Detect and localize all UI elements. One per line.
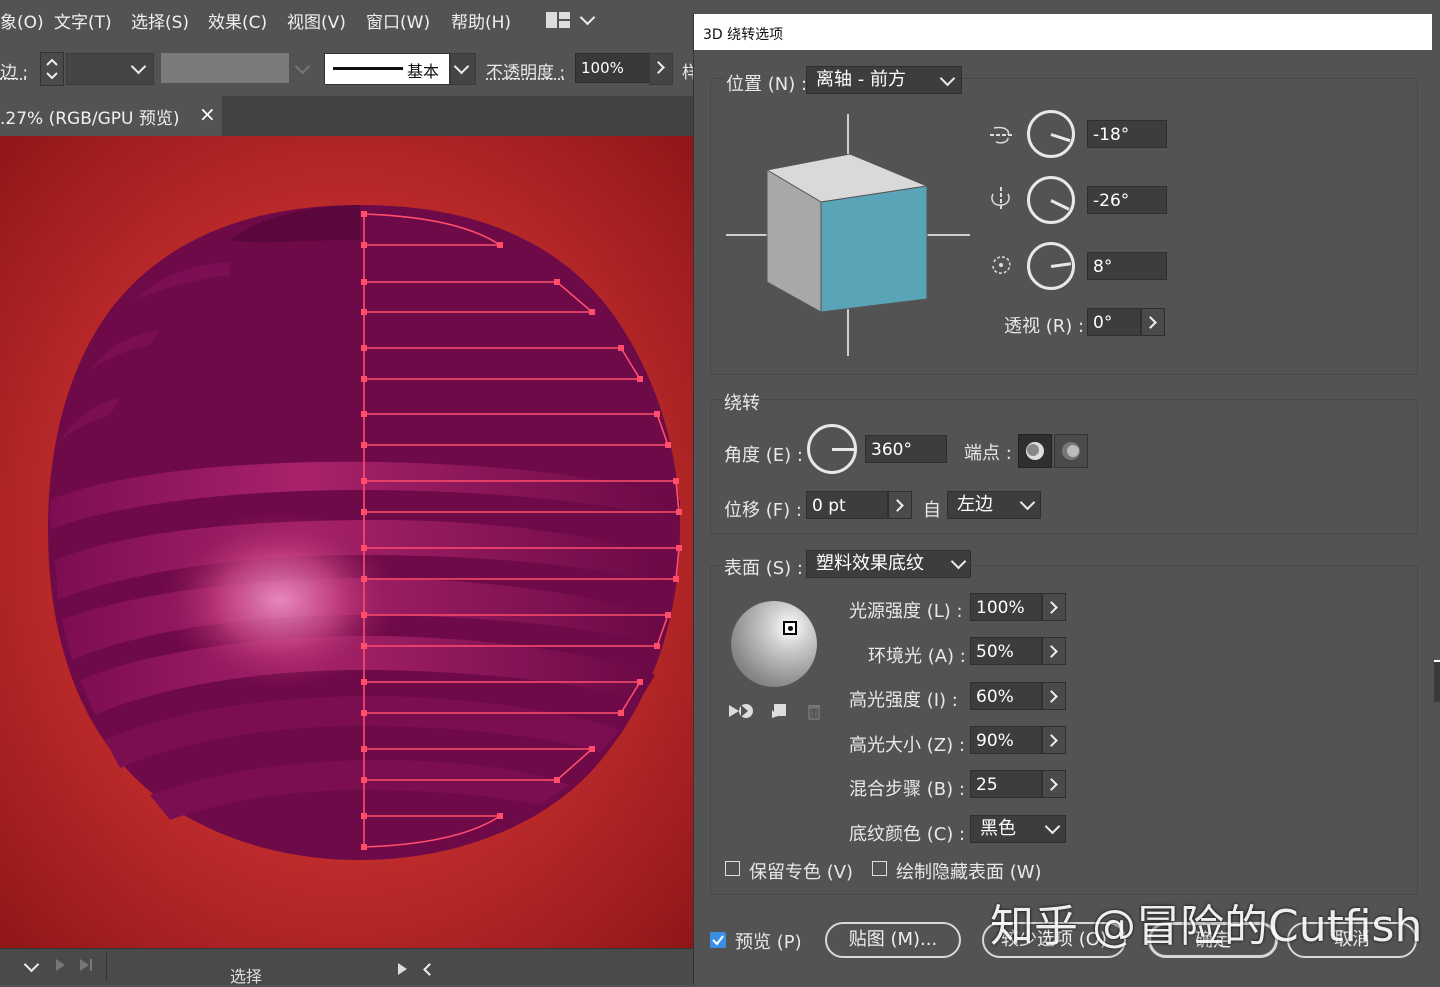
revolved-sphere-artwork [48, 205, 682, 860]
chevron-down-icon[interactable] [579, 9, 596, 26]
highlight-intensity-input[interactable]: 60% [970, 682, 1042, 710]
move-light-back-icon[interactable] [729, 702, 755, 724]
rotate-x-input[interactable]: -18° [1087, 120, 1167, 148]
draw-hidden-checkbox[interactable] [872, 861, 887, 876]
revolve-section-title: 绕转 [722, 389, 762, 415]
angle-dial[interactable] [807, 424, 857, 474]
menu-window[interactable]: 窗口(W) [366, 8, 430, 33]
rotate-z-input[interactable]: 8° [1087, 252, 1167, 280]
light-source-dot [788, 626, 793, 631]
preview-label: 预览 (P) [735, 932, 802, 953]
brush-stroke-preview [333, 67, 403, 70]
stroke-stepper[interactable] [40, 52, 64, 86]
menu-effect[interactable]: 效果(C) [208, 8, 267, 33]
trash-icon [806, 702, 822, 724]
status-bar: 选择 [0, 948, 693, 986]
preserve-spot-label: 保留专色 (V) [749, 862, 854, 883]
3d-cube-preview[interactable] [724, 112, 974, 358]
brush-definition[interactable]: 基本 [324, 53, 450, 85]
highlight-size-input[interactable]: 90% [970, 726, 1042, 754]
dialog-title: 3D 绕转选项 [703, 27, 784, 43]
perspective-label: 透视 (R) : [1004, 316, 1085, 337]
status-tool-label: 选择 [230, 967, 263, 986]
ambient-input[interactable]: 50% [970, 637, 1042, 665]
ambient-label: 环境光 (A) : [868, 646, 966, 667]
offset-label: 位移 (F) : [724, 500, 802, 521]
chevron-left-icon[interactable] [423, 963, 436, 976]
highlight-intensity-label: 高光强度 (I) : [849, 690, 958, 711]
light-intensity-input[interactable]: 100% [970, 593, 1042, 621]
menu-object[interactable]: 象(O) [0, 8, 44, 33]
from-label: 自 [923, 500, 941, 521]
dial-hand [832, 448, 854, 451]
status-menu-icon[interactable] [398, 963, 407, 975]
dial-hand [1050, 199, 1070, 211]
preserve-spot-checkbox[interactable] [725, 861, 740, 876]
dial-hand [1050, 133, 1071, 143]
shading-color-label: 底纹颜色 (C) : [849, 824, 966, 845]
dialog-titlebar[interactable]: 3D 绕转选项 [694, 14, 1432, 50]
next-artboard-icon[interactable] [56, 959, 65, 971]
cap-label: 端点 : [964, 443, 1012, 464]
opacity-label: 不透明度 : [486, 63, 566, 83]
surface-label: 表面 (S) : [722, 554, 805, 580]
checkmark-icon [712, 935, 724, 946]
document-tab[interactable]: .27% (RGB/GPU 预览) × [0, 96, 222, 136]
blend-steps-label: 混合步骤 (B) : [849, 779, 965, 800]
map-button[interactable]: 贴图 (M)... [825, 922, 961, 958]
surface-select[interactable]: 塑料效果底纹 [806, 550, 971, 578]
offset-input[interactable]: 0 pt [806, 491, 888, 519]
rotate-x-dial[interactable] [1027, 110, 1075, 158]
from-value: 左边 [957, 494, 993, 515]
position-value: 离轴 - 前方 [816, 69, 906, 90]
position-select[interactable]: 离轴 - 前方 [806, 66, 962, 94]
divider [106, 953, 107, 981]
dial-hand [1050, 262, 1072, 268]
menu-view[interactable]: 视图(V) [287, 8, 346, 33]
rotate-y-dial[interactable] [1027, 176, 1075, 224]
blend-steps-input[interactable]: 25 [970, 770, 1042, 798]
workspace-icon[interactable] [546, 12, 570, 28]
highlight-size-label: 高光大小 (Z) : [849, 735, 965, 756]
stroke-label: 边 : [0, 63, 29, 83]
angle-label: 角度 (E) : [724, 445, 803, 466]
cap-hollow-icon [1062, 442, 1080, 460]
document-tab-title: .27% (RGB/GPU 预览) [0, 109, 180, 129]
draw-hidden-label: 绘制隐藏表面 (W) [896, 862, 1042, 883]
perspective-input[interactable]: 0° [1087, 308, 1141, 336]
close-icon[interactable]: × [199, 102, 216, 126]
last-artboard-icon[interactable] [80, 959, 89, 971]
rotate-z-dial[interactable] [1027, 242, 1075, 290]
menu-type[interactable]: 文字(T) [54, 8, 112, 33]
menu-help[interactable]: 帮助(H) [451, 8, 511, 33]
cap-off-button[interactable] [1054, 434, 1088, 468]
chevron-down-icon [294, 58, 311, 75]
menu-select[interactable]: 选择(S) [131, 8, 189, 33]
cap-solid-icon [1026, 442, 1044, 460]
3d-revolve-options-dialog: 3D 绕转选项 位置 (N) : 离轴 - 前方 -18° -26° 8° 透视… [693, 14, 1434, 984]
light-source-handle[interactable] [783, 621, 797, 635]
light-intensity-label: 光源强度 (L) : [849, 601, 963, 622]
lighting-sphere[interactable] [731, 601, 817, 687]
rotate-x-axis-icon [988, 122, 1014, 152]
control-bar: 边 : 基本 不透明度 : 100% 样 [0, 40, 700, 97]
chevron-down-icon[interactable] [23, 956, 40, 973]
artboard-canvas[interactable] [0, 136, 693, 948]
watermark: 知乎 @冒险的Cutfish [990, 901, 1423, 952]
rotate-y-axis-icon [988, 186, 1014, 216]
brush-label: 基本 [407, 62, 440, 81]
new-light-icon[interactable] [770, 702, 788, 724]
rotate-z-axis-icon [988, 252, 1014, 282]
shading-color-value: 黑色 [980, 818, 1016, 839]
surface-value: 塑料效果底纹 [816, 553, 924, 574]
position-label: 位置 (N) : [724, 70, 810, 96]
cap-on-button[interactable] [1018, 434, 1052, 468]
angle-input[interactable]: 360° [865, 435, 947, 463]
preview-checkbox[interactable] [710, 932, 726, 948]
last-artboard-bar [90, 959, 92, 971]
opacity-input[interactable]: 100% [575, 53, 654, 83]
rotate-y-input[interactable]: -26° [1087, 186, 1167, 214]
variable-width-profile[interactable] [161, 53, 289, 83]
